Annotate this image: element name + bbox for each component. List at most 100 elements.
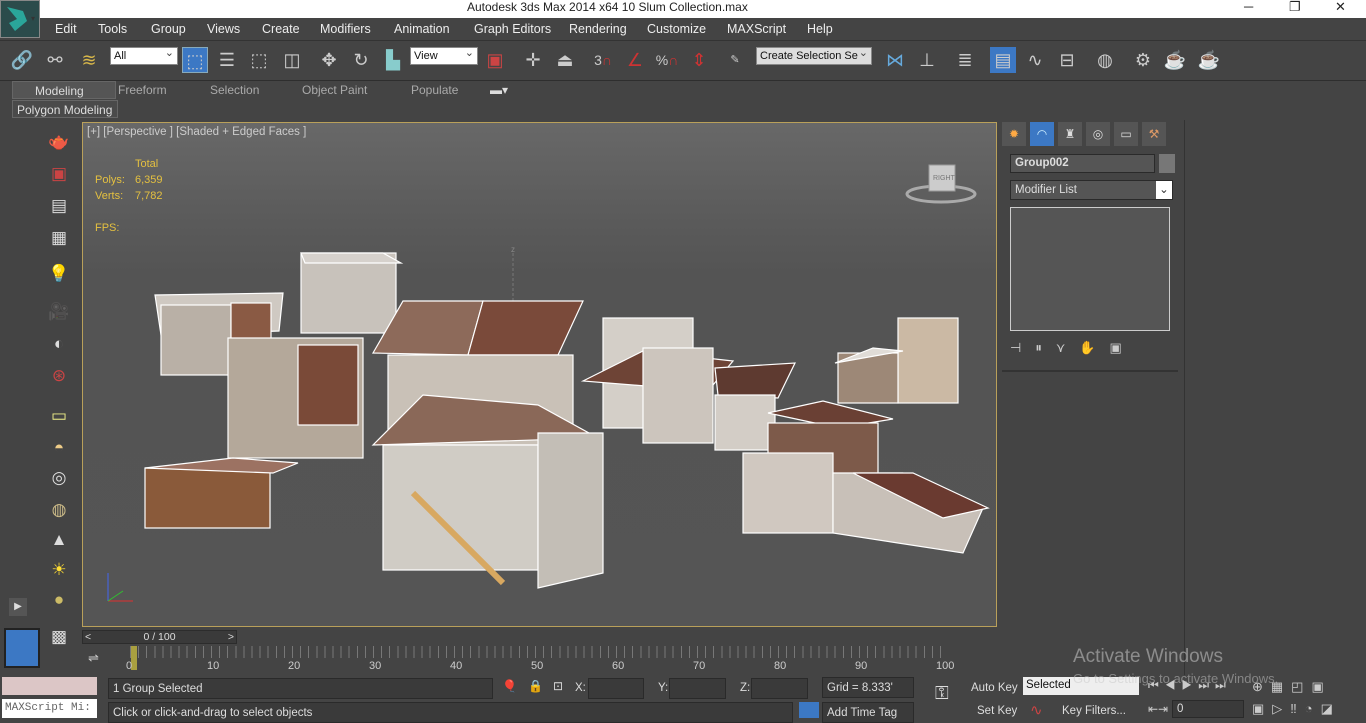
edit-named-selection-icon[interactable]: ✎ [722,47,748,73]
current-frame-input[interactable]: 0 [1172,700,1244,718]
angle-snap-icon[interactable]: ∠ [622,47,648,73]
link-icon[interactable]: 🔗 [9,47,35,73]
object-color-swatch[interactable] [1159,154,1175,173]
scale-icon[interactable]: ▙ [380,47,406,73]
selection-filter-dropdown[interactable]: All [110,45,178,65]
move-icon[interactable]: ✥ [316,47,342,73]
mirror-icon[interactable]: ⋈ [882,47,908,73]
menu-create[interactable]: Create [262,22,300,36]
viewport-layout-button[interactable] [4,628,40,668]
y-coordinate-input[interactable] [669,678,726,699]
tab-modeling[interactable]: Modeling [12,81,116,99]
modifier-stack[interactable] [1010,207,1170,331]
remove-modifier-icon[interactable]: ✋ [1079,340,1095,360]
x-coordinate-input[interactable] [588,678,644,699]
tab-populate[interactable]: Populate [411,83,458,97]
sphere-icon[interactable]: ◓ [47,436,71,460]
menu-modifiers[interactable]: Modifiers [320,22,371,36]
absolute-mode-icon[interactable]: ⊡ [553,679,563,693]
make-unique-icon[interactable]: ⋎ [1056,340,1066,360]
utilities-tab-icon[interactable]: ⚒ [1142,122,1166,146]
box-icon[interactable]: ▭ [47,404,71,428]
named-selection-dropdown[interactable]: Create Selection Se [756,45,872,65]
percent-snap-icon[interactable]: %∩ [654,47,680,73]
select-manipulate-icon[interactable]: ✛ [520,47,546,73]
display-tab-icon[interactable]: ▭ [1114,122,1138,146]
menu-help[interactable]: Help [807,22,833,36]
viewport-navigation-controls-2[interactable]: ▣▷‼◔◪ [1252,701,1362,717]
add-time-tag-button[interactable]: Add Time Tag [822,702,914,723]
key-curve-icon[interactable]: ∿ [1030,701,1043,719]
unlink-icon[interactable]: ⚯ [42,47,68,73]
menu-tools[interactable]: Tools [98,22,127,36]
hierarchy-tab-icon[interactable]: ♜ [1058,122,1082,146]
menu-maxscript[interactable]: MAXScript [727,22,786,36]
z-coordinate-input[interactable] [751,678,808,699]
key-mode-toggle-icon[interactable]: ⇤⇥ [1148,702,1168,716]
modifier-list-dropdown[interactable]: Modifier List ⌄ [1010,180,1173,200]
key-filters-button[interactable]: Key Filters... [1062,705,1126,717]
tab-freeform[interactable]: Freeform [118,83,167,97]
camera-icon[interactable]: 🎥 [47,300,71,324]
menu-animation[interactable]: Animation [394,22,450,36]
curve-editor-icon[interactable]: ∿ [1022,47,1048,73]
maxscript-listener-output[interactable] [2,677,97,695]
menu-rendering[interactable]: Rendering [569,22,627,36]
teapot-icon[interactable]: 🫖 [47,130,71,154]
pivot-center-icon[interactable]: ▣ [482,47,508,73]
restore-button[interactable]: ❐ [1289,0,1301,15]
rectangular-selection-icon[interactable]: ⬚ [246,47,272,73]
rotate-icon[interactable]: ↻ [348,47,374,73]
layer-manager-icon[interactable]: ≣ [952,47,978,73]
align-icon[interactable]: ⊥ [914,47,940,73]
selection-lock-icon[interactable]: 🔒 [528,679,543,693]
helper-icon[interactable]: ◐ [47,332,71,356]
auto-key-button[interactable]: Auto Key [971,682,1018,694]
tab-object-paint[interactable]: Object Paint [302,83,367,97]
minimize-button[interactable]: ─ [1244,0,1253,14]
snap-toggle-icon[interactable]: 3∩ [590,47,616,73]
circle-icon[interactable]: ◎ [47,466,71,490]
key-icon[interactable]: ⚿ [935,683,949,704]
keyboard-shortcut-icon[interactable]: ⏏ [552,47,578,73]
window-crossing-icon[interactable]: ◫ [279,47,305,73]
polygon-modeling-panel[interactable]: Polygon Modeling [12,100,118,118]
track-bar[interactable] [130,646,945,658]
menu-views[interactable]: Views [207,22,240,36]
render-setup-icon[interactable]: ⚙ [1130,47,1156,73]
time-tag-icon[interactable] [799,702,819,718]
menu-edit[interactable]: Edit [55,22,77,36]
close-button[interactable]: ✕ [1335,0,1346,15]
list-icon[interactable]: ▤ [47,194,71,218]
perspective-viewport[interactable]: [+] [Perspective ] [Shaded + Edged Faces… [82,122,997,627]
spacewarp-icon[interactable]: ⊛ [47,364,71,388]
object-name-field[interactable]: Group002 [1010,154,1155,173]
tab-selection[interactable]: Selection [210,83,259,97]
sun-icon[interactable]: ☀ [47,558,71,582]
modify-tab-icon[interactable]: ◠ [1030,122,1054,146]
isolate-selection-icon[interactable]: 🎈 [502,679,517,693]
spinner-snap-icon[interactable]: ⇕ [686,47,712,73]
cone-icon[interactable]: ▲ [47,528,71,552]
rendered-frame-icon[interactable]: ☕ [1162,47,1188,73]
pin-stack-icon[interactable]: ⊣ [1010,340,1021,360]
bind-spacewarp-icon[interactable]: ≋ [76,47,102,73]
grid-icon[interactable]: ▦ [47,226,71,250]
menu-group[interactable]: Group [151,22,186,36]
ribbon-options-icon[interactable]: ▬▾ [490,83,508,97]
disc-icon[interactable]: ● [47,588,71,612]
set-key-button[interactable]: Set Key [977,705,1017,717]
select-by-name-icon[interactable]: ☰ [214,47,240,73]
maxscript-mini-listener[interactable]: MAXScript Mi: [2,699,97,718]
cylinder-icon[interactable]: ◍ [47,498,71,522]
motion-tab-icon[interactable]: ◎ [1086,122,1110,146]
menu-graph-editors[interactable]: Graph Editors [474,22,551,36]
track-bar-toggle-icon[interactable]: ⇌ [88,650,99,666]
show-end-result-icon[interactable]: ⏸ [1035,340,1042,360]
expand-arrow-icon[interactable]: ▶ [9,598,27,616]
create-tab-icon[interactable]: ✹ [1002,122,1026,146]
schematic-view-icon[interactable]: ⊟ [1054,47,1080,73]
scene-explorer-icon[interactable]: ▤ [990,47,1016,73]
reference-coord-dropdown[interactable]: View [410,45,478,65]
render-production-icon[interactable]: ☕ [1196,47,1222,73]
